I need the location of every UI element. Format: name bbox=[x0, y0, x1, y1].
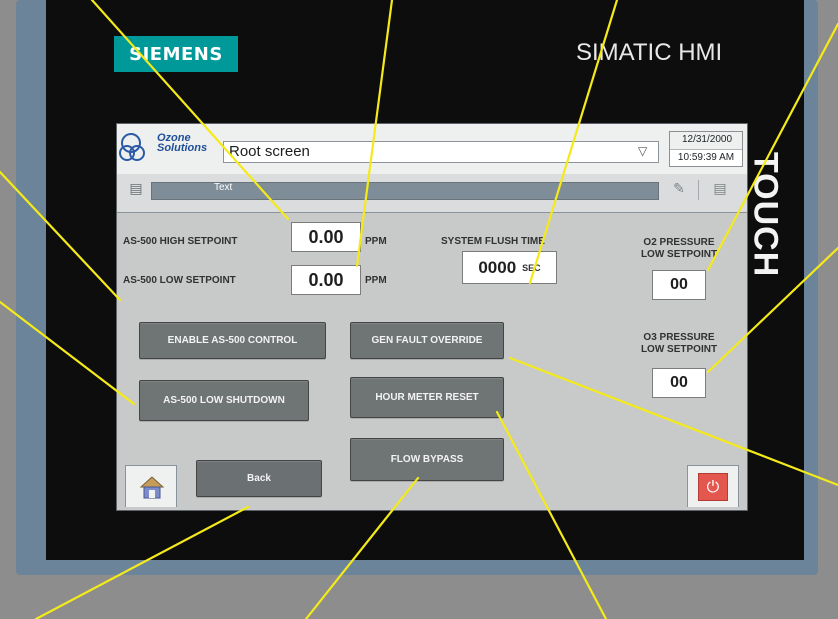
low-setpoint-unit: PPM bbox=[365, 275, 387, 286]
o2-pressure-value: 00 bbox=[670, 276, 688, 293]
high-setpoint-value: 0.00 bbox=[308, 226, 344, 247]
power-icon: ⏻ bbox=[706, 477, 720, 496]
o3-pressure-field[interactable]: 00 bbox=[652, 368, 706, 398]
siemens-logo: SIEMENS bbox=[114, 36, 238, 72]
gen-fault-override-button[interactable]: GEN FAULT OVERRIDE bbox=[350, 322, 504, 359]
o2-pressure-label-line1: O2 PRESSURE bbox=[643, 237, 715, 248]
low-setpoint-value: 0.00 bbox=[308, 269, 344, 290]
time-display: 10:59:39 AM bbox=[670, 149, 742, 166]
ozone-circles-icon bbox=[119, 133, 145, 161]
message-text: Text bbox=[214, 182, 233, 193]
ozone-solutions-logo: Ozone Solutions bbox=[117, 124, 221, 174]
o3-pressure-value: 00 bbox=[670, 374, 688, 391]
datetime-display: 12/31/2000 10:59:39 AM bbox=[669, 131, 743, 167]
power-tab: ⏻ bbox=[687, 465, 739, 507]
flush-time-value: 0000 bbox=[478, 257, 517, 277]
o3-pressure-label-line2: LOW SETPOINT bbox=[640, 344, 718, 355]
o2-pressure-label-line2: LOW SETPOINT bbox=[640, 249, 718, 260]
flush-time-label: SYSTEM FLUSH TIME bbox=[441, 236, 545, 247]
screen-header: Ozone Solutions Root screen ▽ 12/31/2000… bbox=[117, 124, 747, 175]
high-setpoint-field[interactable]: 0.00 bbox=[291, 222, 361, 252]
hmi-screen: Ozone Solutions Root screen ▽ 12/31/2000… bbox=[116, 123, 748, 511]
screen-selector-value: Root screen bbox=[229, 143, 310, 160]
chevron-down-icon: ▽ bbox=[638, 144, 648, 158]
acknowledge-icon[interactable]: ✎ bbox=[670, 180, 688, 198]
divider bbox=[698, 180, 699, 200]
message-bar: ▤ Text ✎ ▤ bbox=[117, 174, 747, 213]
simatic-hmi-title: SIMATIC HMI bbox=[576, 39, 723, 66]
home-icon bbox=[139, 476, 165, 499]
high-setpoint-unit: PPM bbox=[365, 236, 387, 247]
help-icon[interactable]: ▤ bbox=[127, 180, 145, 198]
enable-as500-control-button[interactable]: ENABLE AS-500 CONTROL bbox=[139, 322, 326, 359]
power-button[interactable]: ⏻ bbox=[698, 473, 728, 501]
flow-bypass-button[interactable]: FLOW BYPASS bbox=[350, 438, 504, 481]
flush-time-unit: SEC bbox=[522, 262, 541, 273]
back-button[interactable]: Back bbox=[196, 460, 322, 497]
low-setpoint-label: AS-500 LOW SETPOINT bbox=[123, 275, 236, 286]
o3-pressure-label-line1: O3 PRESSURE bbox=[643, 332, 715, 343]
screen-selector-dropdown[interactable]: Root screen ▽ bbox=[223, 141, 659, 163]
touch-label: TOUCH bbox=[746, 152, 785, 278]
as500-low-shutdown-button[interactable]: AS-500 LOW SHUTDOWN bbox=[139, 380, 309, 421]
home-tab[interactable] bbox=[125, 465, 177, 507]
date-display: 12/31/2000 bbox=[681, 134, 733, 145]
high-setpoint-label: AS-500 HIGH SETPOINT bbox=[123, 236, 238, 247]
logo-solutions-text: Solutions bbox=[157, 142, 208, 154]
low-setpoint-field[interactable]: 0.00 bbox=[291, 265, 361, 295]
hour-meter-reset-button[interactable]: HOUR METER RESET bbox=[350, 377, 504, 418]
o2-pressure-field[interactable]: 00 bbox=[652, 270, 706, 300]
edit-icon[interactable]: ▤ bbox=[711, 180, 729, 198]
message-strip: Text bbox=[151, 182, 659, 200]
flush-time-field[interactable]: 0000 SEC bbox=[462, 251, 557, 284]
